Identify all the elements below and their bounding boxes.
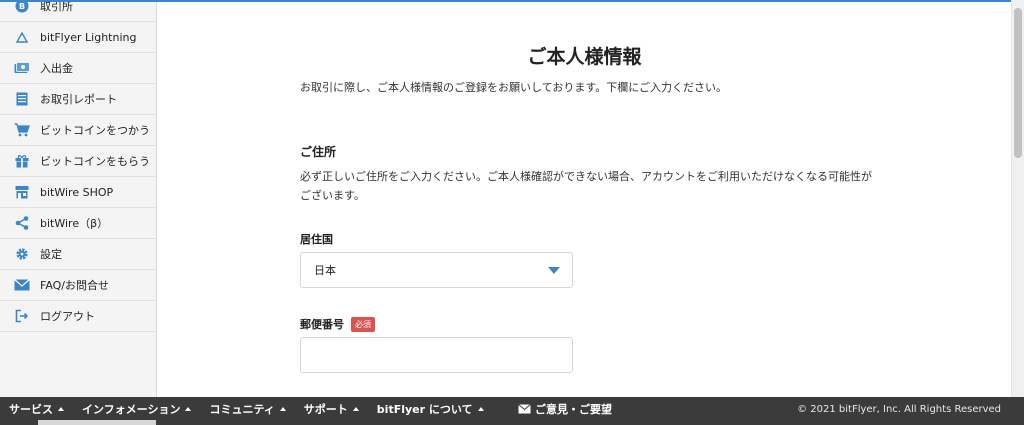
- footer-nav-information[interactable]: インフォメーション: [82, 401, 192, 417]
- sidebar-item-use-bitcoin[interactable]: ビットコインをつかう: [0, 115, 156, 146]
- sidebar-item-settings[interactable]: 設定: [0, 239, 156, 270]
- svg-text:B: B: [19, 2, 25, 11]
- postal-code-label-text: 郵便番号: [300, 318, 344, 331]
- footer-nav-community[interactable]: コミュニティ: [209, 401, 286, 417]
- top-accent-line: [0, 0, 1011, 2]
- main-content: ご本人様情報 お取引に際し、ご本人様情報のご登録をお願いしております。下欄にご入…: [158, 2, 1011, 397]
- footer-nav-label: サポート: [303, 403, 348, 416]
- country-select-value: 日本: [314, 264, 336, 277]
- sidebar-item-label: お取引レポート: [40, 93, 117, 106]
- address-section-title: ご住所: [300, 145, 337, 159]
- shop-icon: [14, 184, 30, 200]
- footer-nav-label: サービス: [9, 403, 53, 416]
- sidebar-item-deposit-withdraw[interactable]: 入出金: [0, 53, 156, 84]
- money-icon: [14, 60, 30, 76]
- address-section-description: 必ず正しいご住所をご入力ください。ご本人様確認ができない場合、アカウントをご利用…: [300, 170, 872, 202]
- sidebar-item-exchange[interactable]: B 取引所: [0, 0, 156, 22]
- country-label-text: 居住国: [300, 233, 333, 246]
- sidebar: B 取引所 bitFlyer Lightning 入出金 お取引レポート ビット…: [0, 0, 157, 397]
- cart-icon: [14, 122, 30, 138]
- scrollbar-thumb[interactable]: [1014, 8, 1022, 158]
- footer-nav-about[interactable]: bitFlyer について: [377, 401, 484, 417]
- sidebar-item-label: ログアウト: [40, 310, 95, 323]
- mail-icon: [14, 277, 30, 293]
- sidebar-item-bitwire-shop[interactable]: bitWire SHOP: [0, 177, 156, 208]
- footer-nav-label: bitFlyer について: [376, 403, 473, 416]
- gift-icon: [14, 153, 30, 169]
- sidebar-item-label: bitWire SHOP: [40, 185, 114, 199]
- sidebar-item-get-bitcoin[interactable]: ビットコインをもらう: [0, 146, 156, 177]
- share-icon: [14, 215, 30, 231]
- footer-nav: サービス インフォメーション コミュニティ サポート bitFlyer について: [9, 397, 502, 421]
- bitcoin-icon: B: [14, 0, 30, 14]
- sidebar-item-logout[interactable]: ログアウト: [0, 301, 156, 332]
- caret-up-icon: [477, 407, 484, 411]
- mail-icon: [518, 404, 531, 414]
- sidebar-item-report[interactable]: お取引レポート: [0, 84, 156, 115]
- footer-bottom-strip: [38, 420, 156, 425]
- footer-nav-support[interactable]: サポート: [304, 401, 359, 417]
- page-title: ご本人様情報: [527, 46, 642, 68]
- sidebar-item-bitwire[interactable]: bitWire（β）: [0, 208, 156, 239]
- sidebar-item-label: ビットコインをつかう: [40, 124, 150, 137]
- footer-nav-services[interactable]: サービス: [9, 401, 64, 417]
- sidebar-item-label: 設定: [40, 248, 62, 261]
- country-select[interactable]: 日本: [300, 252, 573, 288]
- feedback-label: ご意見・ご要望: [535, 403, 612, 416]
- sidebar-item-label: bitFlyer Lightning: [40, 30, 137, 44]
- gear-icon: [14, 246, 30, 262]
- sidebar-item-lightning[interactable]: bitFlyer Lightning: [0, 22, 156, 53]
- intro-text: お取引に際し、ご本人様情報のご登録をお願いしております。下欄にご入力ください。: [300, 81, 728, 94]
- footer: サービス インフォメーション コミュニティ サポート bitFlyer について…: [0, 397, 1024, 425]
- postal-code-label: 郵便番号 必須: [300, 316, 375, 332]
- caret-up-icon: [58, 407, 64, 411]
- logout-icon: [14, 308, 30, 324]
- caret-up-icon: [185, 407, 192, 411]
- sidebar-item-label: 取引所: [40, 0, 73, 13]
- sidebar-item-label: FAQ/お問合せ: [40, 279, 110, 292]
- caret-up-icon: [279, 407, 286, 411]
- postal-code-input[interactable]: [300, 337, 573, 373]
- scrollbar[interactable]: [1011, 0, 1024, 397]
- chevron-down-icon: [548, 267, 560, 274]
- country-label: 居住国: [300, 231, 333, 247]
- sidebar-item-faq[interactable]: FAQ/お問合せ: [0, 270, 156, 301]
- feedback-link[interactable]: ご意見・ご要望: [518, 397, 612, 421]
- footer-nav-label: コミュニティ: [209, 403, 275, 416]
- caret-up-icon: [352, 407, 359, 411]
- required-badge: 必須: [351, 316, 375, 332]
- sidebar-item-label: ビットコインをもらう: [40, 155, 150, 168]
- sidebar-list: B 取引所 bitFlyer Lightning 入出金 お取引レポート ビット…: [0, 0, 156, 332]
- footer-nav-label: インフォメーション: [82, 403, 181, 416]
- sidebar-item-label: 入出金: [40, 62, 73, 75]
- sidebar-item-label: bitWire（β）: [40, 217, 109, 230]
- lightning-triangle-icon: [14, 29, 30, 45]
- copyright-text: © 2021 bitFlyer, Inc. All Rights Reserve…: [797, 403, 1001, 415]
- report-icon: [14, 91, 30, 107]
